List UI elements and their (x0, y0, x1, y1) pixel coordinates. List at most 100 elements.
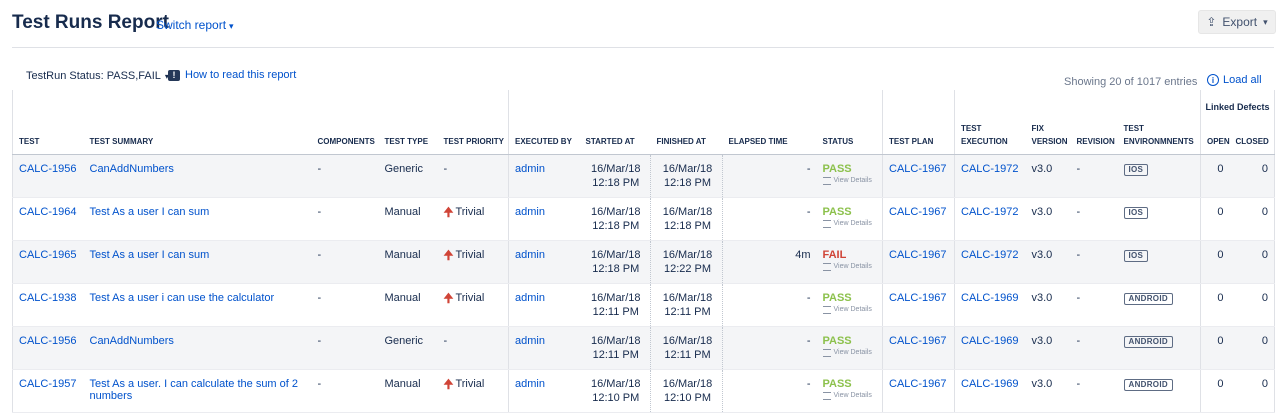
priority-value: Trivial (455, 205, 485, 218)
col-test[interactable]: TEST (12, 90, 84, 155)
priority-value: Trivial (455, 377, 485, 390)
load-all-link[interactable]: i Load all (1207, 74, 1262, 86)
finished-date: 16/Mar/18 (662, 248, 713, 261)
page-title: Test Runs Report (12, 12, 169, 33)
view-details-link[interactable]: View Details (822, 219, 879, 228)
col-env[interactable]: TEST ENVIRONMNENTS (1117, 90, 1201, 155)
view-details-link[interactable]: View Details (822, 262, 879, 271)
test-summary-link[interactable]: Test As a user i can use the calculator (90, 292, 275, 304)
test-summary-link[interactable]: CanAddNumbers (90, 163, 174, 175)
test-plan-link[interactable]: CALC-1967 (889, 378, 946, 390)
view-details-link[interactable]: View Details (822, 305, 879, 314)
environment-tag[interactable]: IOS (1123, 249, 1149, 262)
test-key-link[interactable]: CALC-1956 (19, 335, 76, 347)
test-execution-link[interactable]: CALC-1969 (961, 335, 1018, 347)
fix-version-value: v3.0 (1025, 283, 1071, 327)
entries-count: Showing 20 of 1017 entries (1064, 76, 1198, 88)
executed-by-link[interactable]: admin (515, 292, 545, 304)
test-execution-link[interactable]: CALC-1969 (961, 292, 1018, 304)
load-all-label: Load all (1223, 74, 1262, 86)
priority-arrow-up-icon: 🠉 (443, 204, 454, 219)
col-started[interactable]: STARTED AT (579, 90, 651, 155)
test-summary-link[interactable]: Test As a user I can sum (90, 206, 210, 218)
status-cell: PASS View Details (816, 326, 883, 370)
finished-date: 16/Mar/18 (662, 205, 713, 218)
view-details-link[interactable]: View Details (822, 348, 879, 357)
col-revision[interactable]: REVISION (1070, 90, 1118, 155)
closed-defects-count: 0 (1229, 240, 1275, 284)
components-value: - (311, 197, 379, 241)
environment-tag[interactable]: ANDROID (1123, 335, 1173, 348)
revision-value: - (1070, 154, 1118, 198)
test-plan-link[interactable]: CALC-1967 (889, 206, 946, 218)
export-label: Export (1222, 15, 1258, 29)
environment-tag[interactable]: ANDROID (1123, 378, 1173, 391)
finished-time: 12:18 PM (663, 176, 712, 189)
col-open[interactable]: OPEN (1200, 118, 1230, 155)
export-button[interactable]: ⇪ Export ▾ (1198, 10, 1276, 34)
test-summary-link[interactable]: CanAddNumbers (90, 335, 174, 347)
revision-value: - (1070, 326, 1118, 370)
test-key-link[interactable]: CALC-1957 (19, 378, 76, 390)
test-plan-link[interactable]: CALC-1967 (889, 163, 946, 175)
view-details-link[interactable]: View Details (822, 176, 879, 185)
status-badge: PASS (822, 377, 852, 390)
started-time: 12:11 PM (592, 348, 639, 361)
priority-cell: 🠉 Trivial (437, 283, 509, 327)
view-details-link[interactable]: View Details (822, 391, 879, 400)
open-defects-count: 0 (1200, 240, 1230, 284)
test-summary-link[interactable]: Test As a user. I can calculate the sum … (90, 378, 299, 402)
col-executed-by[interactable]: EXECUTED BY (508, 90, 580, 155)
test-execution-link[interactable]: CALC-1969 (961, 378, 1018, 390)
switch-report-dropdown[interactable]: Switch report ▾ (156, 18, 234, 32)
started-time: 12:11 PM (592, 305, 639, 318)
environment-tag[interactable]: IOS (1123, 163, 1149, 176)
executed-by-link[interactable]: admin (515, 163, 545, 175)
status-cell: PASS View Details (816, 283, 883, 327)
col-components[interactable]: COMPONENTS (311, 90, 379, 155)
open-defects-count: 0 (1200, 197, 1230, 241)
revision-value: - (1070, 369, 1118, 413)
executed-by-link[interactable]: admin (515, 378, 545, 390)
elapsed-value: - (722, 197, 817, 241)
priority-arrow-up-icon: 🠉 (443, 376, 454, 391)
test-key-link[interactable]: CALC-1938 (19, 292, 76, 304)
test-execution-link[interactable]: CALC-1972 (961, 163, 1018, 175)
executed-by-link[interactable]: admin (515, 206, 545, 218)
status-cell: FAIL View Details (816, 240, 883, 284)
col-plan[interactable]: TEST PLAN (882, 90, 955, 155)
test-summary-link[interactable]: Test As a user I can sum (90, 249, 210, 261)
environment-tag[interactable]: ANDROID (1123, 292, 1173, 305)
status-filter-dropdown[interactable]: TestRun Status: PASS,FAIL ▾ (26, 70, 169, 82)
col-closed[interactable]: CLOSED (1229, 118, 1275, 155)
col-priority[interactable]: TEST PRIORITY (437, 90, 509, 155)
col-execution[interactable]: TEST EXECUTION (954, 90, 1026, 155)
details-icon (822, 262, 831, 271)
test-plan-link[interactable]: CALC-1967 (889, 335, 946, 347)
view-details-label: View Details (833, 306, 872, 313)
how-to-read-label: How to read this report (185, 69, 297, 81)
col-summary[interactable]: TEST SUMMARY (83, 90, 312, 155)
col-fix[interactable]: FIX VERSION (1025, 90, 1071, 155)
table-row: CALC-1964 Test As a user I can sum - Man… (12, 197, 1275, 241)
test-key-link[interactable]: CALC-1965 (19, 249, 76, 261)
col-status[interactable]: STATUS (816, 90, 883, 155)
col-finished[interactable]: FINISHED AT (650, 90, 723, 155)
fix-version-value: v3.0 (1025, 240, 1071, 284)
status-filter-label: TestRun Status: PASS,FAIL (26, 70, 161, 82)
table-row: CALC-1965 Test As a user I can sum - Man… (12, 240, 1275, 284)
test-execution-link[interactable]: CALC-1972 (961, 206, 1018, 218)
test-execution-link[interactable]: CALC-1972 (961, 249, 1018, 261)
executed-by-link[interactable]: admin (515, 249, 545, 261)
test-key-link[interactable]: CALC-1956 (19, 163, 76, 175)
col-type[interactable]: TEST TYPE (378, 90, 438, 155)
closed-defects-count: 0 (1229, 326, 1275, 370)
how-to-read-link[interactable]: ! How to read this report (168, 69, 296, 81)
executed-by-link[interactable]: admin (515, 335, 545, 347)
components-value: - (311, 326, 379, 370)
test-plan-link[interactable]: CALC-1967 (889, 249, 946, 261)
test-key-link[interactable]: CALC-1964 (19, 206, 76, 218)
test-plan-link[interactable]: CALC-1967 (889, 292, 946, 304)
col-elapsed[interactable]: ELAPSED TIME (722, 90, 817, 155)
environment-tag[interactable]: IOS (1123, 206, 1149, 219)
